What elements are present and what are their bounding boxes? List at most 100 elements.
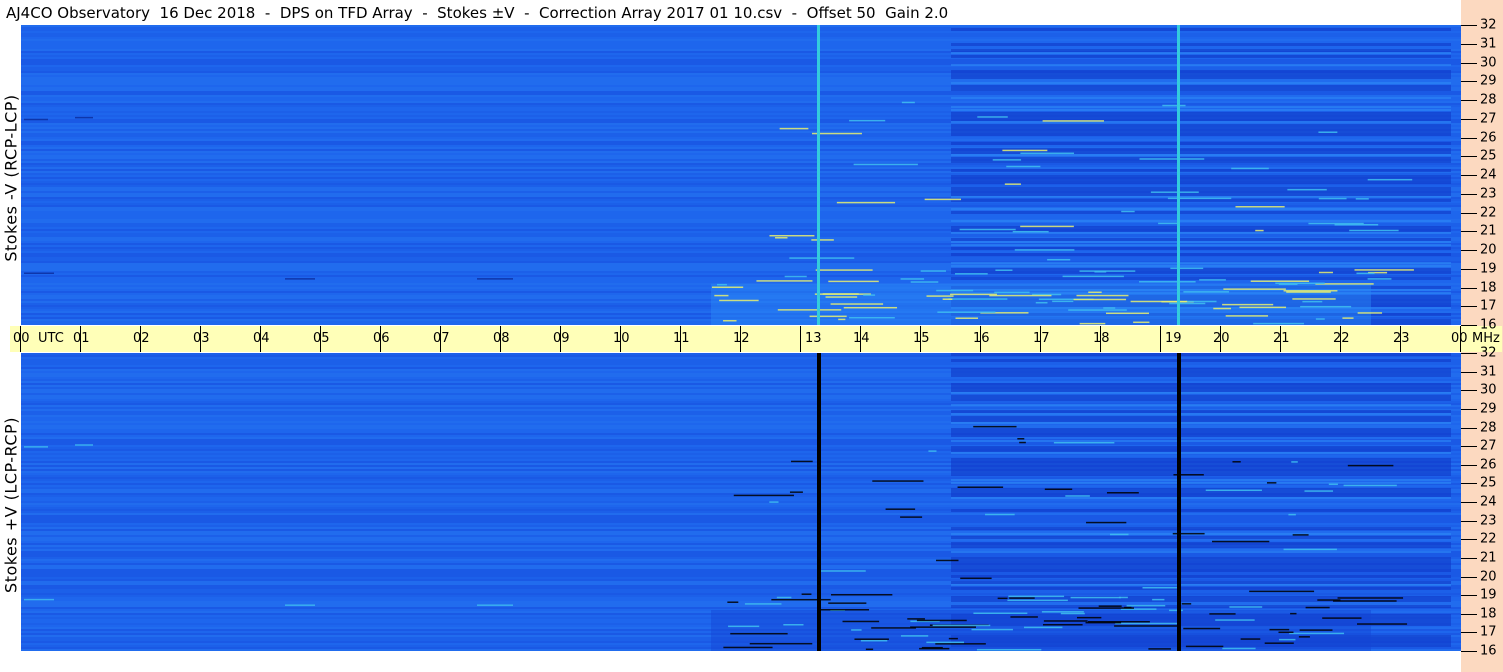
y-tick-label-top: 20 [1480, 242, 1497, 258]
x-tick-label: 01 [73, 331, 90, 346]
interference-streak [1232, 461, 1241, 463]
y-tick-label-bottom: 28 [1480, 420, 1497, 435]
x-tick-label: 07 [433, 331, 450, 346]
interference-streak [1079, 270, 1136, 272]
y-tick-label-top: 19 [1480, 261, 1497, 277]
interference-streak [711, 286, 744, 289]
interference-streak [1073, 298, 1127, 301]
interference-streak [1291, 461, 1298, 463]
y-tick-mark [1461, 231, 1477, 233]
interference-streak [1047, 258, 1071, 261]
late-day-band [951, 497, 1451, 499]
late-day-band [951, 253, 1451, 256]
interference-streak [1322, 617, 1362, 619]
spectrogram-band [21, 381, 1461, 383]
stokes-minus-v-spectrogram [21, 25, 1461, 325]
spectrogram-band [21, 281, 1461, 283]
interference-streak [885, 508, 916, 510]
interference-streak [1076, 616, 1102, 619]
late-day-band [951, 112, 1451, 115]
late-day-band [951, 383, 1451, 386]
late-day-band [951, 584, 1451, 586]
interference-streak [779, 127, 809, 130]
spectrogram-band [21, 603, 1461, 605]
y-tick-mark [1461, 446, 1477, 448]
y-tick-mark [1461, 287, 1477, 289]
interference-streak [719, 299, 759, 302]
interference-streak [960, 577, 992, 580]
interference-streak [1118, 596, 1128, 599]
y-tick-label-bottom: 32 [1480, 345, 1497, 361]
late-day-band [951, 52, 1451, 54]
late-day-band [951, 28, 1451, 31]
y-tick-mark [1461, 25, 1477, 26]
interference-streak [1229, 606, 1263, 608]
interference-streak [1181, 603, 1192, 605]
interference-streak [977, 116, 1008, 118]
y-tick-mark [1461, 306, 1477, 308]
interference-streak [948, 298, 1008, 300]
x-tick-label: 09 [553, 331, 570, 346]
y-tick-label-bottom: 30 [1480, 382, 1497, 398]
interference-streak [1305, 606, 1330, 609]
interference-streak [948, 637, 958, 640]
interference-streak [723, 319, 737, 322]
interference-streak [976, 648, 1042, 651]
interference-streak [1169, 302, 1206, 305]
spectrogram-band [21, 235, 1461, 237]
y-tick-label-bottom: 17 [1480, 624, 1497, 640]
y-tick-mark [1461, 353, 1477, 354]
interference-streak [717, 283, 727, 286]
interference-streak [1014, 249, 1075, 251]
chart-title: AJ4CO Observatory 16 Dec 2018 - DPS on T… [6, 4, 949, 22]
spectrogram-band [21, 555, 1461, 557]
spectrogram-band [21, 363, 1461, 365]
spectrogram-band [21, 251, 1461, 253]
interference-streak [1357, 623, 1408, 625]
interference-streak [828, 280, 879, 283]
interference-streak [1103, 307, 1116, 309]
spectrogram-band [21, 101, 1461, 103]
x-tick-label: 04 [253, 331, 270, 346]
interference-streak [1349, 229, 1399, 232]
bottom-panel-ylabel: Stokes +V (LCP-RCP) [1, 417, 21, 593]
interference-streak [985, 513, 1015, 516]
late-day-band [951, 563, 1451, 566]
interference-streak [744, 603, 782, 605]
interference-streak [1004, 183, 1021, 185]
interference-streak [1142, 586, 1180, 589]
interference-streak [776, 596, 792, 599]
late-day-band [951, 413, 1451, 415]
interference-streak [1088, 291, 1102, 294]
spectrogram-band [21, 203, 1461, 205]
interference-streak [1223, 288, 1286, 290]
late-day-band [951, 49, 1451, 52]
y-tick-label-bottom: 23 [1480, 513, 1497, 529]
late-day-band [951, 557, 1451, 560]
spectrogram-band [21, 477, 1461, 479]
late-day-band [951, 85, 1451, 88]
spectrogram-band [21, 505, 1461, 507]
interference-streak [789, 257, 855, 259]
interference-streak [924, 198, 962, 201]
interference-streak [24, 118, 48, 121]
late-day-band [951, 419, 1451, 422]
interference-streak [1292, 298, 1336, 300]
interference-streak [1185, 300, 1217, 303]
late-day-band [951, 398, 1451, 401]
low-band-activity [711, 610, 1371, 651]
interference-streak [1158, 222, 1178, 225]
interference-streak [1008, 595, 1065, 598]
interference-streak [1042, 120, 1104, 122]
y-tick-mark [1461, 632, 1477, 634]
late-day-band [951, 241, 1451, 243]
interference-streak [1002, 149, 1048, 152]
interference-streak [733, 494, 794, 497]
y-tick-label-top: 17 [1480, 298, 1497, 314]
interference-streak [1337, 597, 1404, 599]
interference-streak [1287, 188, 1327, 191]
x-tick-label: 17 [1033, 331, 1050, 346]
interference-streak [1020, 152, 1075, 155]
interference-streak [1342, 317, 1354, 319]
top-spectrogram-svg [21, 25, 1461, 325]
